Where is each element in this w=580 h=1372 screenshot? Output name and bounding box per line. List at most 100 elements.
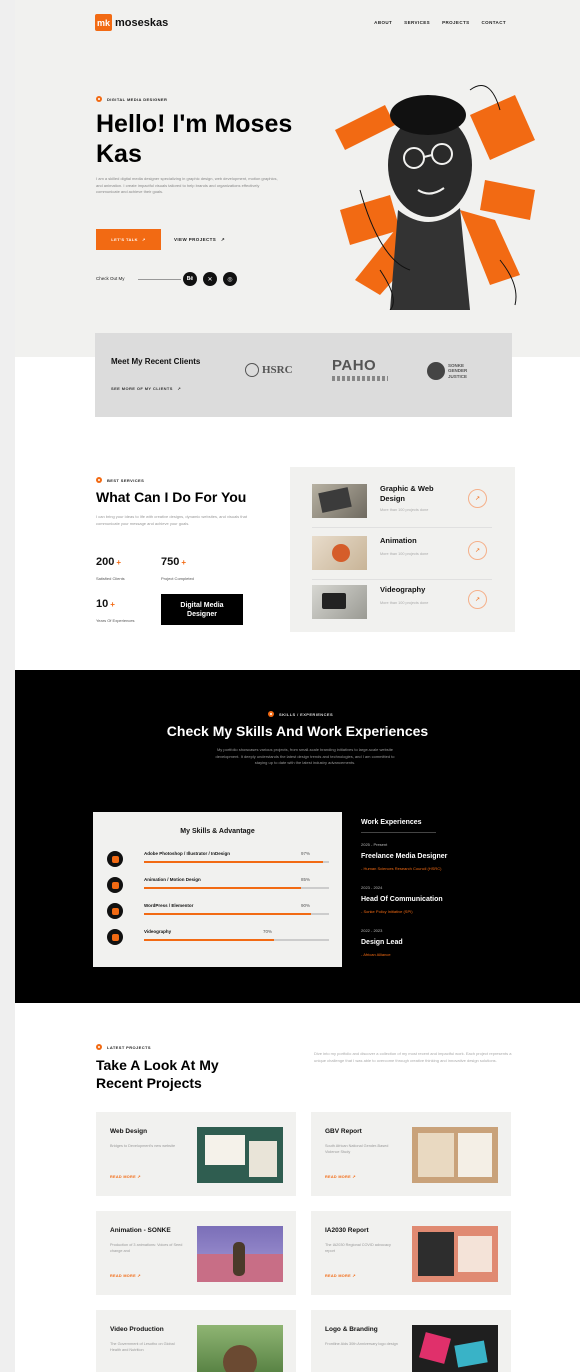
service-name: Graphic & Web Design (380, 484, 434, 503)
read-more-link[interactable]: READ MORE ↗ (110, 1174, 141, 1179)
nav-item-about[interactable]: ABOUT (374, 20, 392, 25)
animation-icon (107, 877, 123, 893)
bullet-icon (96, 1044, 102, 1050)
project-title: Animation - SONKE (110, 1227, 171, 1234)
project-card-animation-sonke[interactable]: Animation - SONKE Production of 3 animat… (96, 1211, 296, 1295)
project-subtitle: Frontline Aids 30th Anniversary logo des… (325, 1342, 398, 1346)
arrow-icon: ↗ (141, 237, 146, 242)
work-org: - African Alliance (361, 952, 391, 957)
work-role: Design Lead (361, 939, 403, 946)
skill-name: Adobe Photoshop / Illustrator / InDesign (144, 851, 231, 856)
divider (138, 279, 181, 280)
plus-icon: + (181, 558, 187, 567)
project-subtitle: South African National Gender-Based Viol… (325, 1144, 389, 1154)
behance-icon[interactable]: Bē (183, 272, 197, 286)
work-experiences-title: Work Experiences (361, 819, 422, 826)
main-nav: ABOUT SERVICES PROJECTS CONTACT (374, 20, 506, 25)
project-card-logo-branding[interactable]: Logo & Branding Frontline Aids 30th Anni… (311, 1310, 511, 1372)
arrow-icon: ↗ (137, 1274, 141, 1278)
skill-progress-track (144, 913, 329, 915)
plus-icon: + (116, 558, 122, 567)
stat-years: 10 + (96, 598, 115, 610)
read-more-link[interactable]: READ MORE ↗ (325, 1273, 356, 1278)
hero-portrait-illustration (335, 85, 535, 310)
arrow-icon[interactable]: ↗ (468, 590, 487, 609)
service-subtext: More than 100 projects done (380, 508, 429, 512)
project-image (197, 1325, 283, 1372)
arrow-icon[interactable]: ↗ (468, 489, 487, 508)
read-more-label: READ MORE (325, 1175, 351, 1179)
video-camera-icon (107, 929, 123, 945)
stat-projects: 750 + (161, 556, 186, 568)
digital-media-designer-badge: Digital Media Designer (161, 594, 243, 625)
service-item-videography[interactable]: Videography More than 100 projects done … (312, 585, 507, 621)
stat-years-label: Years Of Experiences (96, 618, 135, 623)
bullet-icon (268, 711, 274, 717)
social-label: Check Out My (96, 276, 125, 281)
service-item-graphic-web[interactable]: Graphic & Web Design More than 100 proje… (312, 484, 507, 520)
nav-item-projects[interactable]: PROJECTS (442, 20, 469, 25)
hero-eyebrow: DIGITAL MEDIA DESIGNER (96, 96, 167, 102)
read-more-label: READ MORE (110, 1175, 136, 1179)
client-logo-paho: PAHO (332, 357, 388, 381)
lets-talk-button[interactable]: LET'S TALK ↗ (96, 229, 161, 250)
nav-item-contact[interactable]: CONTACT (482, 20, 506, 25)
skills-card: My Skills & Advantage Adobe Photoshop / … (93, 812, 342, 967)
wordpress-icon (107, 903, 123, 919)
skill-progress-fill (144, 861, 324, 863)
skills-section: SKILLS / EXPERIENCES Check My Skills And… (15, 670, 580, 1003)
service-name: Animation (380, 536, 417, 545)
project-card-web-design[interactable]: Web Design Bridges to Development's new … (96, 1112, 296, 1196)
lets-talk-label: LET'S TALK (111, 237, 138, 242)
skills-title: Check My Skills And Work Experiences (166, 723, 429, 739)
read-more-link[interactable]: READ MORE ↗ (110, 1273, 141, 1278)
skill-percent: 85% (301, 877, 311, 882)
project-title: Logo & Branding (325, 1326, 378, 1333)
see-more-clients-link[interactable]: SEE MORE OF MY CLIENTS ↗ (111, 386, 181, 391)
service-item-animation[interactable]: Animation More than 100 projects done ↗ (312, 536, 507, 572)
stat-projects-label: Project Completed (161, 576, 194, 581)
project-subtitle: Production of 3 animations: Voices of Se… (110, 1243, 183, 1253)
nav-item-services[interactable]: SERVICES (404, 20, 430, 25)
service-thumbnail (312, 536, 367, 570)
x-icon[interactable]: ✕ (203, 272, 217, 286)
project-title: IA2030 Report (325, 1227, 369, 1234)
instagram-icon[interactable]: ◎ (223, 272, 237, 286)
skill-progress-track (144, 861, 329, 863)
adobe-icon (107, 851, 123, 867)
arrow-icon: ↗ (177, 386, 182, 391)
hero-section: mk moseskas ABOUT SERVICES PROJECTS CONT… (15, 0, 580, 357)
project-image (412, 1127, 498, 1183)
client-logo-paho-text: PAHO (332, 357, 377, 374)
arrow-icon[interactable]: ↗ (468, 541, 487, 560)
work-date: 2023 - 2024 (361, 885, 383, 890)
read-more-link[interactable]: READ MORE ↗ (325, 1174, 356, 1179)
eyebrow-text: LATEST PROJECTS (107, 1044, 151, 1050)
eyebrow-text: SKILLS / EXPERIENCES (279, 711, 334, 717)
project-card-ia2030-report[interactable]: IA2030 Report The IA2030 Regional COVID … (311, 1211, 511, 1295)
services-panel: Graphic & Web Design More than 100 proje… (290, 467, 515, 632)
project-card-gbv-report[interactable]: GBV Report South African National Gender… (311, 1112, 511, 1196)
skill-row: Animation / Motion Design 85% (107, 877, 332, 897)
view-projects-label: VIEW PROJECTS (174, 237, 217, 242)
service-name: Videography (380, 585, 426, 594)
work-role: Head Of Communication (361, 896, 443, 903)
read-more-label: READ MORE (325, 1274, 351, 1278)
project-card-video-production[interactable]: Video Production The Government of Lesot… (96, 1310, 296, 1372)
work-role: Freelance Media Designer (361, 853, 448, 860)
view-projects-button[interactable]: VIEW PROJECTS ↗ (174, 237, 225, 243)
skill-percent: 90% (301, 903, 311, 908)
service-thumbnail (312, 585, 367, 619)
services-description: I can bring your ideas to life with crea… (96, 514, 247, 526)
client-logo-sonke: SONKE GENDER JUSTICE (427, 362, 478, 380)
project-image (197, 1226, 283, 1282)
brand-logo[interactable]: mk moseskas (95, 14, 168, 31)
skill-progress-track (144, 887, 329, 889)
arrow-icon: ↗ (220, 237, 226, 242)
service-subtext: More than 100 projects done (380, 552, 429, 556)
service-subtext: More than 100 projects done (380, 601, 429, 605)
hsrc-emblem-icon (245, 363, 259, 377)
work-date: 2025 - Present (361, 842, 388, 847)
project-subtitle: The Government of Lesotho on Global Heal… (110, 1342, 175, 1352)
logo-mark: mk (95, 14, 112, 31)
